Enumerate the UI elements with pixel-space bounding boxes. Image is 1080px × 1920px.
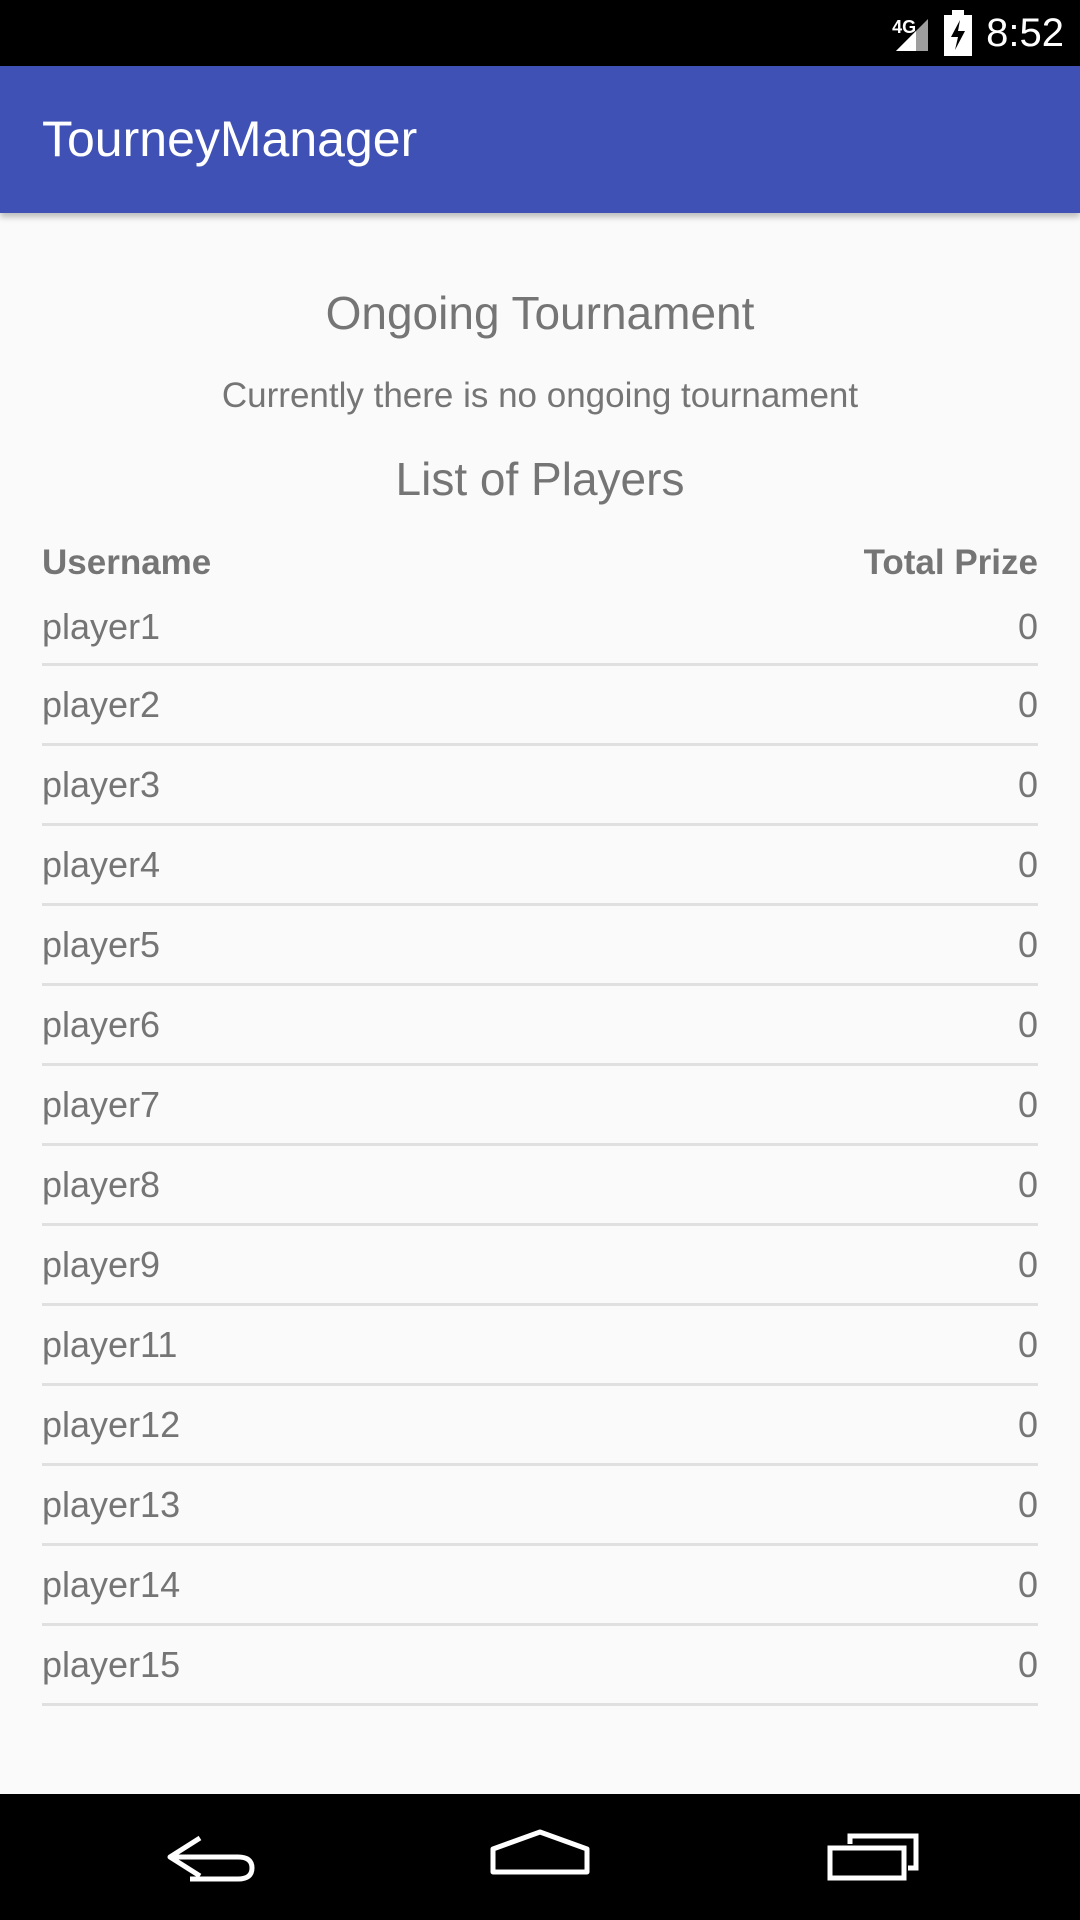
player-total-prize: 0 xyxy=(1017,605,1038,647)
player-row[interactable]: player12 0 xyxy=(42,1386,1038,1466)
player-username: player5 xyxy=(42,923,161,965)
status-time: 8:52 xyxy=(986,10,1064,55)
player-row[interactable]: player4 0 xyxy=(42,826,1038,906)
app-bar: TourneyManager xyxy=(0,66,1080,213)
ongoing-tournament-title: Ongoing Tournament xyxy=(325,287,755,339)
player-username: player4 xyxy=(42,843,161,885)
player-row[interactable]: player9 0 xyxy=(42,1226,1038,1306)
player-username: player12 xyxy=(42,1403,181,1445)
player-row[interactable]: player8 0 xyxy=(42,1146,1038,1226)
player-username: player6 xyxy=(42,1003,161,1045)
player-row[interactable]: player6 0 xyxy=(42,986,1038,1066)
cell-signal-icon: 4G xyxy=(890,11,934,55)
player-total-prize: 0 xyxy=(1017,683,1038,725)
player-username: player1 xyxy=(42,605,161,647)
total-prize-column-header: Total Prize xyxy=(863,543,1038,582)
player-total-prize: 0 xyxy=(1017,1003,1038,1045)
player-total-prize: 0 xyxy=(1017,843,1038,885)
status-icons: 4G 8:52 xyxy=(890,0,1064,66)
player-username: player2 xyxy=(42,683,161,725)
player-username: player9 xyxy=(42,1243,161,1285)
player-row[interactable]: player2 0 xyxy=(42,666,1038,746)
player-total-prize: 0 xyxy=(1017,1483,1038,1525)
player-row[interactable]: player3 0 xyxy=(42,746,1038,826)
player-total-prize: 0 xyxy=(1017,1563,1038,1605)
player-username: player8 xyxy=(42,1163,161,1205)
player-row[interactable]: player1 0 xyxy=(42,590,1038,666)
player-row[interactable]: player7 0 xyxy=(42,1066,1038,1146)
player-row[interactable]: player11 0 xyxy=(42,1306,1038,1386)
player-total-prize: 0 xyxy=(1017,763,1038,805)
player-total-prize: 0 xyxy=(1017,923,1038,965)
player-total-prize: 0 xyxy=(1017,1403,1038,1445)
recent-apps-icon[interactable] xyxy=(820,1824,930,1890)
username-column-header: Username xyxy=(42,543,212,582)
player-username: player11 xyxy=(42,1323,178,1365)
status-bar: 4G 8:52 xyxy=(0,0,1080,66)
player-row[interactable]: player13 0 xyxy=(42,1466,1038,1546)
back-icon[interactable] xyxy=(160,1824,270,1890)
player-row[interactable]: player5 0 xyxy=(42,906,1038,986)
player-total-prize: 0 xyxy=(1017,1243,1038,1285)
players-list-title: List of Players xyxy=(395,453,685,505)
player-total-prize: 0 xyxy=(1017,1083,1038,1125)
player-username: player7 xyxy=(42,1083,161,1125)
no-ongoing-tournament-message: Currently there is no ongoing tournament xyxy=(221,376,859,415)
player-row[interactable]: player15 0 xyxy=(42,1626,1038,1706)
players-table-header: Username Total Prize xyxy=(42,538,1038,588)
player-total-prize: 0 xyxy=(1017,1163,1038,1205)
app-title: TourneyManager xyxy=(42,111,418,167)
player-username: player15 xyxy=(42,1643,181,1685)
player-username: player13 xyxy=(42,1483,181,1525)
player-username: player3 xyxy=(42,763,161,805)
player-username: player14 xyxy=(42,1563,181,1605)
player-total-prize: 0 xyxy=(1017,1323,1038,1365)
player-total-prize: 0 xyxy=(1017,1643,1038,1685)
navigation-bar xyxy=(0,1794,1080,1920)
home-icon[interactable] xyxy=(485,1824,595,1890)
player-row[interactable]: player14 0 xyxy=(42,1546,1038,1626)
players-list[interactable]: player1 0 player2 0 player3 0 player4 0 … xyxy=(42,590,1038,1706)
battery-charging-icon xyxy=(944,10,973,56)
